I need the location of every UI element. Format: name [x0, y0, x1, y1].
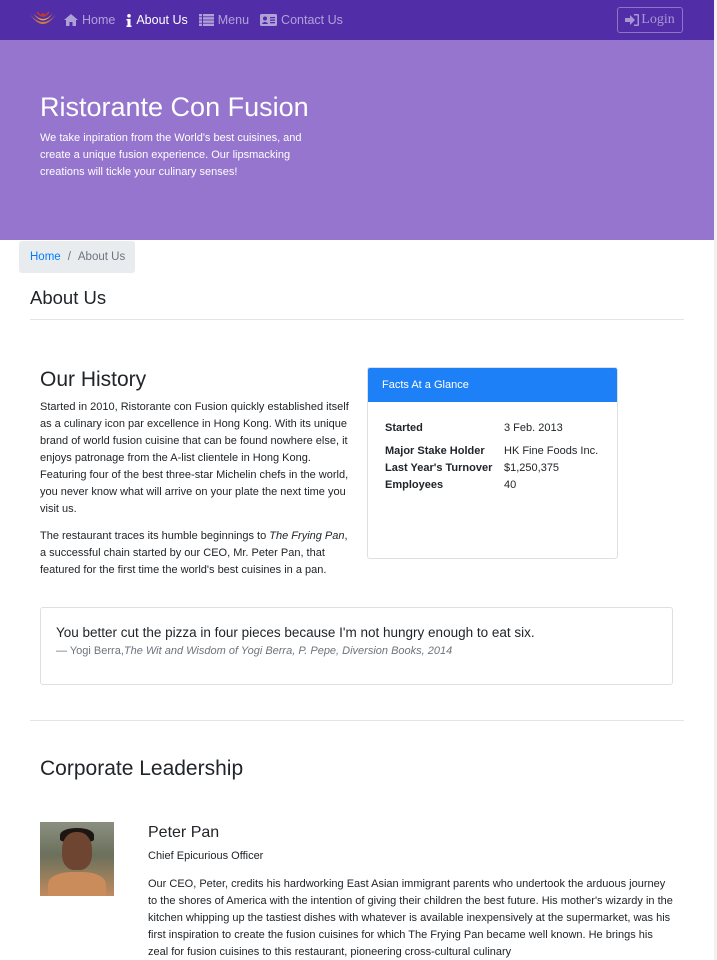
- fact-label: Last Year's Turnover: [385, 462, 493, 474]
- avatar: [40, 822, 114, 896]
- login-button[interactable]: Login: [617, 7, 683, 33]
- quote-source: The Wit and Wisdom of Yogi Berra, P. Pep…: [123, 645, 453, 657]
- sign-in-icon: [625, 14, 640, 26]
- leader-name: Peter Pan: [148, 824, 220, 841]
- divider: [30, 720, 684, 721]
- fact-label: Employees: [385, 479, 444, 491]
- fact-value: 3 Feb. 2013: [504, 422, 563, 434]
- restaurant-logo[interactable]: [28, 8, 58, 32]
- fact-row: Last Year's Turnover $1,250,375: [385, 460, 610, 477]
- facts-list: Started 3 Feb. 2013 Major Stake Holder H…: [385, 420, 610, 500]
- page-title: About Us: [30, 287, 107, 308]
- restaurant-tagline: We take inpiration from the World's best…: [40, 132, 302, 178]
- breadcrumb-separator: /: [67, 251, 71, 263]
- quote-card: You better cut the pizza in four pieces …: [40, 607, 673, 685]
- fact-value: $1,250,375: [504, 462, 560, 474]
- facts-card-header: Facts At a Glance: [368, 368, 617, 402]
- jumbotron: Ristorante Con Fusion We take inpiration…: [0, 40, 717, 240]
- restaurant-title: Ristorante Con Fusion: [40, 92, 309, 122]
- nav-item-contact[interactable]: Contact Us: [260, 13, 343, 27]
- fact-label: Started: [385, 422, 423, 434]
- quote-author: — Yogi Berra,: [56, 645, 124, 657]
- quote-text: You better cut the pizza in four pieces …: [56, 625, 535, 640]
- info-icon: [126, 13, 132, 27]
- fact-row: Started 3 Feb. 2013: [385, 420, 610, 437]
- nav-item-about[interactable]: About Us: [126, 13, 188, 27]
- fact-value: HK Fine Foods Inc.: [504, 445, 599, 457]
- breadcrumb-home-link[interactable]: Home: [30, 251, 61, 263]
- divider: [30, 319, 684, 320]
- quote-footer: — Yogi Berra,The Wit and Wisdom of Yogi …: [56, 645, 452, 657]
- leader-description: Our CEO, Peter, credits his hardworking …: [148, 878, 673, 958]
- facts-card: Facts At a Glance Started 3 Feb. 2013 Ma…: [367, 367, 618, 559]
- history-title: Our History: [40, 368, 147, 391]
- fact-row: Employees 40: [385, 477, 610, 494]
- fact-label: Major Stake Holder: [385, 445, 485, 457]
- leadership-title: Corporate Leadership: [40, 757, 244, 780]
- leader-role: Chief Epicurious Officer: [148, 850, 264, 862]
- nav-item-menu[interactable]: Menu: [198, 13, 250, 27]
- address-card-icon: [260, 14, 278, 26]
- list-icon: [198, 14, 214, 26]
- login-label: Login: [641, 12, 675, 27]
- frying-pan-name: The Frying Pan: [269, 530, 345, 542]
- home-icon: [64, 14, 78, 26]
- navbar: Home About Us Menu Contact Us Login: [0, 0, 717, 40]
- history-paragraph: Started in 2010, Ristorante con Fusion q…: [40, 401, 349, 515]
- nav-label-home: Home: [82, 13, 116, 27]
- fact-value: 40: [504, 479, 517, 491]
- nav-label-contact: Contact Us: [281, 13, 343, 27]
- nav-label-menu: Menu: [217, 13, 250, 27]
- breadcrumb: Home / About Us: [19, 241, 135, 273]
- history-paragraph-2: The restaurant traces its humble beginni…: [40, 530, 348, 576]
- nav-item-home[interactable]: Home: [64, 13, 115, 27]
- fact-row: Major Stake Holder HK Fine Foods Inc.: [385, 443, 610, 460]
- nav-menu: Home About Us Menu Contact Us: [64, 0, 354, 40]
- nav-label-about: About Us: [136, 13, 188, 27]
- breadcrumb-current: About Us: [77, 251, 126, 263]
